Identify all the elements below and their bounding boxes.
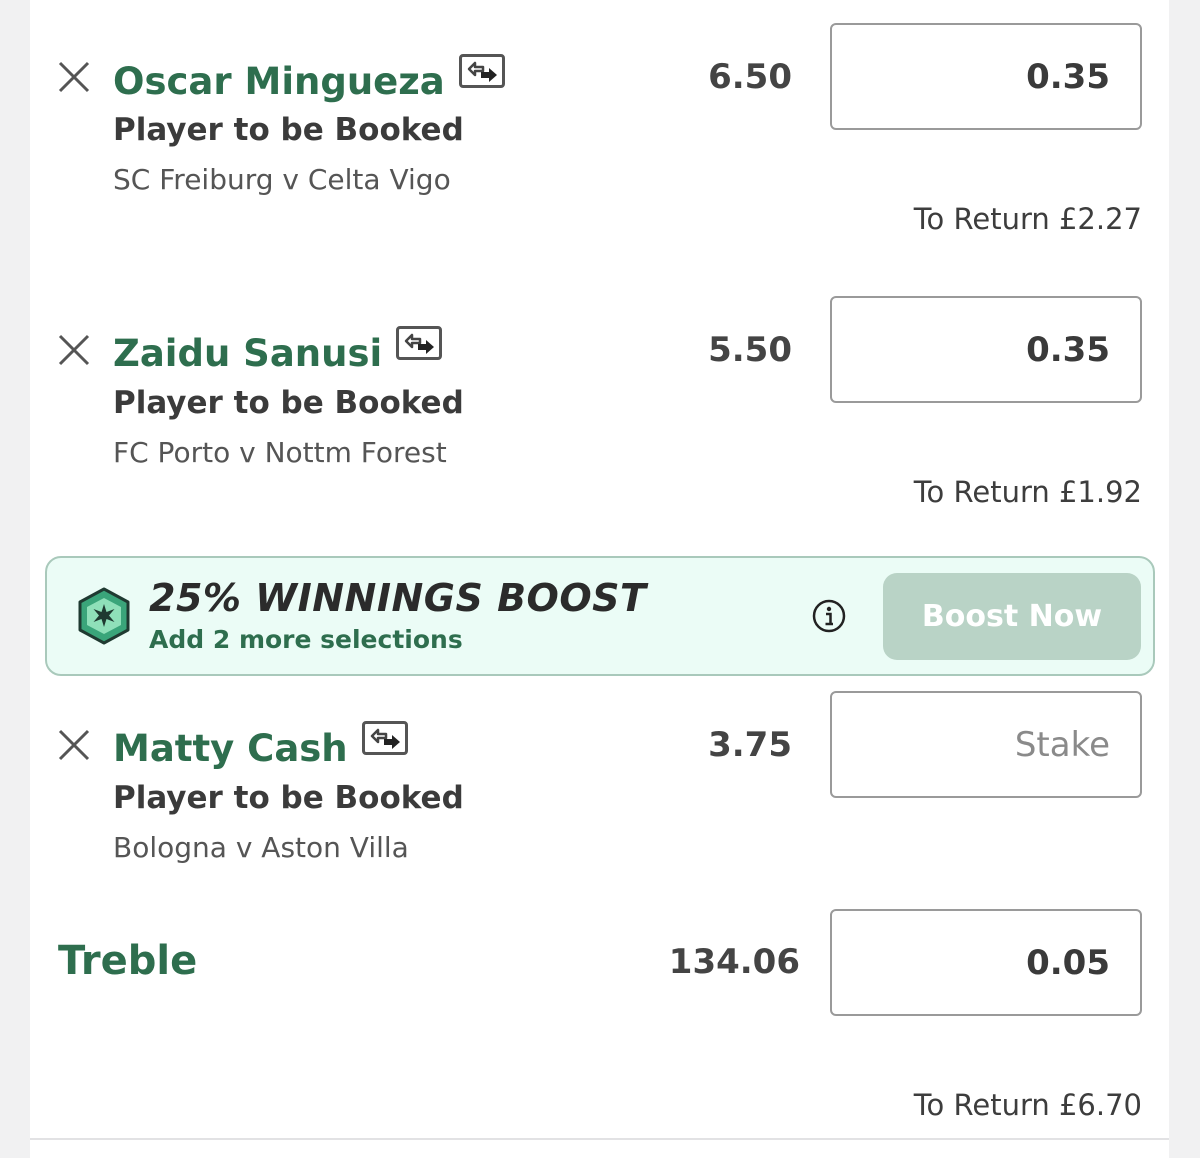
selection-2-name[interactable]: Zaidu Sanusi [113, 332, 382, 375]
multiple-stake-input[interactable] [832, 911, 1140, 1014]
selection-2-stake-field[interactable] [830, 296, 1142, 403]
boost-title: 25% WINNINGS BOOST [149, 576, 647, 620]
selection-2-event: FC Porto v Nottm Forest [113, 436, 447, 469]
selection-1-to-return: To Return £2.27 [913, 202, 1142, 236]
selection-3-market: Player to be Booked [113, 780, 464, 816]
selection-2-to-return: To Return £1.92 [913, 475, 1142, 509]
swap-icon[interactable] [396, 326, 443, 360]
selection-1-stake-field[interactable] [830, 23, 1142, 130]
info-icon[interactable] [812, 599, 846, 633]
selection-2-header: Zaidu Sanusi [113, 326, 443, 376]
multiple-odds: 134.06 [668, 942, 800, 982]
remove-selection-3-icon[interactable] [57, 728, 91, 762]
multiple-to-return: To Return £6.70 [913, 1088, 1142, 1122]
selection-2-odds: 5.50 [708, 330, 792, 370]
multiple-label: Treble [58, 938, 198, 984]
selection-3-stake-field[interactable] [830, 691, 1142, 798]
selection-3-stake-input[interactable] [832, 693, 1140, 796]
selection-1-name[interactable]: Oscar Mingueza [113, 60, 445, 103]
multiple-stake-field[interactable] [830, 909, 1142, 1016]
selection-1-stake-input[interactable] [832, 25, 1140, 128]
selection-3-odds: 3.75 [708, 725, 792, 765]
swap-icon[interactable] [458, 54, 505, 88]
boost-subtitle: Add 2 more selections [149, 625, 463, 654]
selection-1-market: Player to be Booked [113, 112, 464, 148]
selection-2-market: Player to be Booked [113, 385, 464, 421]
selection-2-stake-input[interactable] [832, 298, 1140, 401]
remove-selection-2-icon[interactable] [57, 333, 91, 367]
selection-3-name[interactable]: Matty Cash [113, 727, 348, 770]
selection-3-event: Bologna v Aston Villa [113, 831, 409, 864]
selection-3-header: Matty Cash [113, 721, 408, 771]
selection-1-event: SC Freiburg v Celta Vigo [113, 163, 451, 196]
selection-1-odds: 6.50 [708, 57, 792, 97]
remove-selection-1-icon[interactable] [57, 60, 91, 94]
selection-1-header: Oscar Mingueza [113, 54, 505, 104]
boost-star-icon [75, 586, 133, 646]
boost-now-button[interactable]: Boost Now [883, 573, 1141, 660]
divider [30, 1138, 1169, 1140]
winnings-boost-banner: 25% WINNINGS BOOST Add 2 more selections… [45, 556, 1155, 676]
swap-icon[interactable] [361, 721, 408, 755]
